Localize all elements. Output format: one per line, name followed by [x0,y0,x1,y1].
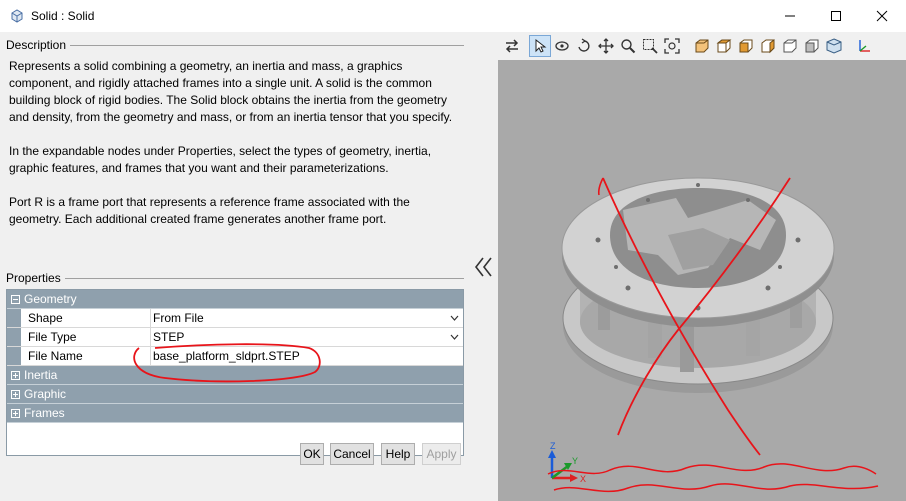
collapse-icon[interactable] [11,294,20,304]
swap-button[interactable] [501,35,523,57]
expand-icon[interactable] [11,408,20,418]
cancel-button[interactable]: Cancel [330,443,374,465]
axis-z-label: Z [550,441,556,451]
zoom-box-button[interactable] [639,35,661,57]
divider [64,277,464,279]
double-chevron-left-icon[interactable] [474,255,494,279]
group-label: Geometry [24,292,77,306]
annotation-ellipse [133,343,321,383]
close-icon [876,10,888,22]
close-button[interactable] [859,0,905,32]
view-top-button[interactable] [779,35,801,57]
rotate-button[interactable] [551,35,573,57]
view-right-icon [761,39,775,54]
properties-heading: Properties [6,271,61,285]
maximize-icon [831,11,841,21]
pan-icon [598,38,614,54]
properties-header: Properties [6,271,464,285]
panel-splitter[interactable] [470,32,498,501]
expand-icon[interactable] [11,389,20,399]
ok-button[interactable]: OK [300,443,324,465]
pan-button[interactable] [595,35,617,57]
swap-icon [505,39,519,53]
3d-viewer: Z Y X [498,32,906,501]
view-back-button[interactable] [713,35,735,57]
view-bottom-button[interactable] [801,35,823,57]
property-row-shape: Shape From File [7,309,463,328]
group-label: Graphic [24,387,67,401]
zoom-icon [621,39,636,54]
description-paragraph: Port R is a frame port that represents a… [9,195,410,226]
fit-icon [664,38,680,54]
group-label: Frames [24,406,65,420]
chevron-down-icon[interactable] [450,334,459,340]
group-label: Inertia [24,368,58,382]
parameters-panel: Description Represents a solid combining… [0,32,470,501]
chevron-down-icon[interactable] [450,315,459,321]
orbit-icon [578,38,590,52]
window-title: Solid : Solid [31,9,95,23]
group-geometry[interactable]: Geometry [7,290,463,309]
view-top-icon [783,39,797,53]
description-text: Represents a solid combining a geometry,… [9,58,461,228]
minimize-icon [785,15,795,17]
description-heading: Description [6,38,67,52]
shape-select[interactable]: From File [151,309,463,327]
viewer-canvas[interactable]: Z Y X [498,60,906,501]
group-frames[interactable]: Frames [7,404,463,423]
view-iso-button[interactable] [823,35,845,57]
rotate-icon [555,41,569,51]
view-front-button[interactable] [691,35,713,57]
title-bar: Solid : Solid [0,0,906,32]
divider [70,44,464,46]
description-header: Description [6,38,464,52]
view-left-button[interactable] [735,35,757,57]
axes-toggle-button[interactable] [853,35,875,57]
select-value: From File [153,311,204,325]
view-iso-icon [826,38,842,54]
model-render: Z Y X [547,177,879,493]
cube-icon [11,9,23,23]
viewer-toolbar [498,32,906,60]
zoom-box-icon [643,39,658,54]
minimize-button[interactable] [767,0,813,32]
property-label: Shape [21,309,151,327]
axis-y-label: Y [572,456,578,466]
fit-button[interactable] [661,35,683,57]
zoom-button[interactable] [617,35,639,57]
select-button[interactable] [529,35,551,57]
view-front-icon [695,39,709,53]
axes-icon [859,40,870,52]
description-paragraph: In the expandable nodes under Properties… [9,144,432,175]
view-left-icon [739,39,753,53]
help-button[interactable]: Help [381,443,415,465]
select-icon [535,39,547,53]
group-graphic[interactable]: Graphic [7,385,463,404]
apply-button[interactable]: Apply [422,443,461,465]
view-bottom-icon [805,39,819,53]
view-right-button[interactable] [757,35,779,57]
orbit-button[interactable] [573,35,595,57]
expand-icon[interactable] [11,370,20,380]
description-paragraph: Represents a solid combining a geometry,… [9,59,453,124]
view-back-icon [716,39,732,53]
maximize-button[interactable] [813,0,859,32]
axis-x-label: X [580,474,586,484]
axis-triad: Z Y X [548,441,586,484]
